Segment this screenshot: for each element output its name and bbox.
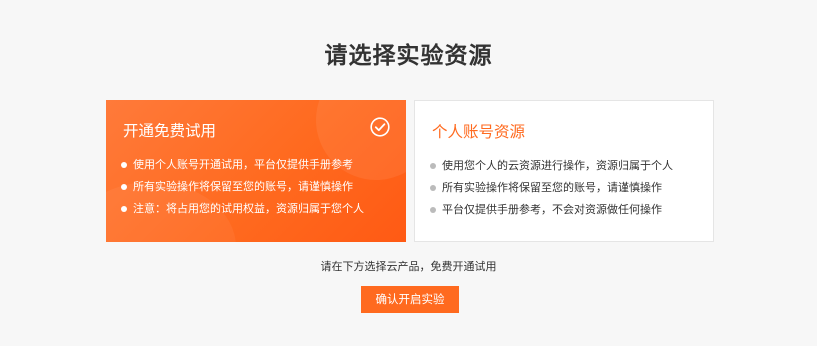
bullet-text: 所有实验操作将保留至您的账号，请谨慎操作	[442, 181, 662, 194]
bullet-dot-icon	[430, 163, 436, 169]
free-trial-card[interactable]: 开通免费试用 使用个人账号开通试用，平台仅提供手册参考 所有实验操作将保留至您的…	[106, 100, 406, 242]
free-trial-title: 开通免费试用	[123, 122, 217, 140]
bullet-text: 平台仅提供手册参考，不会对资源做任何操作	[442, 203, 662, 216]
resource-selection-page: 请选择实验资源 开通免费试用 使用个人账号开通试用，平台仅提供手册参考 所有实验…	[0, 0, 817, 346]
confirm-start-button[interactable]: 确认开启实验	[361, 286, 459, 313]
bullet-dot-icon	[121, 162, 127, 168]
list-item: 注意：将占用您的试用权益，资源归属于您个人	[121, 198, 364, 220]
list-item: 平台仅提供手册参考，不会对资源做任何操作	[430, 199, 673, 221]
personal-resource-title: 个人账号资源	[432, 123, 526, 141]
free-trial-bullets: 使用个人账号开通试用，平台仅提供手册参考 所有实验操作将保留至您的账号，请谨慎操…	[121, 154, 364, 220]
list-item: 使用个人账号开通试用，平台仅提供手册参考	[121, 154, 364, 176]
bullet-dot-icon	[121, 206, 127, 212]
list-item: 所有实验操作将保留至您的账号，请谨慎操作	[121, 176, 364, 198]
bullet-text: 所有实验操作将保留至您的账号，请谨慎操作	[133, 180, 353, 193]
list-item: 所有实验操作将保留至您的账号，请谨慎操作	[430, 177, 673, 199]
personal-resource-bullets: 使用您个人的云资源进行操作，资源归属于个人 所有实验操作将保留至您的账号，请谨慎…	[430, 155, 673, 221]
personal-resource-card[interactable]: 个人账号资源 使用您个人的云资源进行操作，资源归属于个人 所有实验操作将保留至您…	[414, 100, 714, 242]
check-circle-icon	[370, 117, 390, 137]
bullet-text: 使用个人账号开通试用，平台仅提供手册参考	[133, 158, 353, 171]
hint-text: 请在下方选择云产品，免费开通试用	[320, 260, 497, 273]
bullet-dot-icon	[430, 185, 436, 191]
page-title: 请选择实验资源	[324, 43, 493, 69]
list-item: 使用您个人的云资源进行操作，资源归属于个人	[430, 155, 673, 177]
bullet-dot-icon	[121, 184, 127, 190]
bullet-text: 使用您个人的云资源进行操作，资源归属于个人	[442, 159, 673, 172]
bullet-text: 注意：将占用您的试用权益，资源归属于您个人	[133, 202, 364, 215]
bullet-dot-icon	[430, 207, 436, 213]
